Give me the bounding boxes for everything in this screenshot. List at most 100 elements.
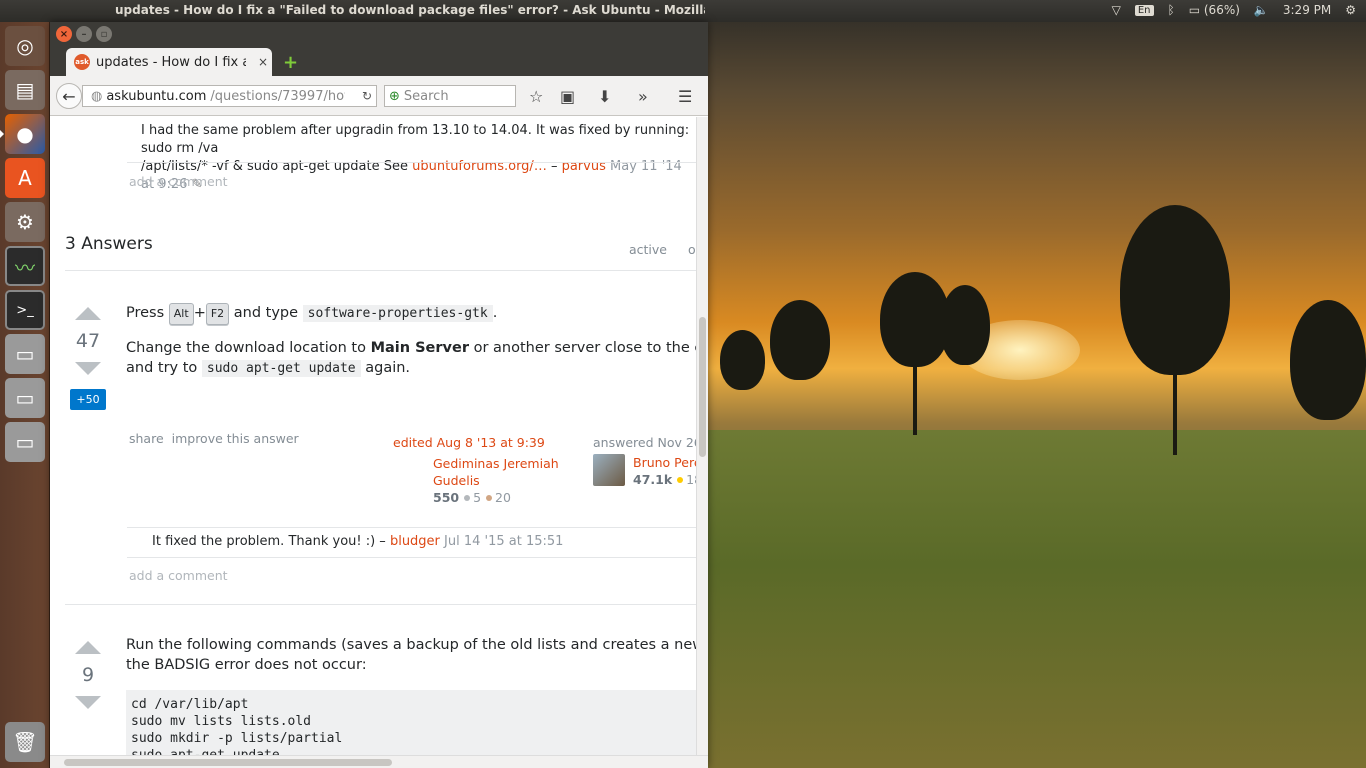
drive-icon[interactable]: ▭ (5, 422, 45, 462)
sort-tab-oldest[interactable]: o (688, 242, 696, 257)
comment-text: It fixed the problem. Thank you! :) – (152, 534, 390, 549)
battery-indicator[interactable]: ▭ (66%) (1189, 3, 1240, 17)
scrollbar-thumb[interactable] (699, 317, 706, 457)
author-signature: answered Nov 26 ' (593, 434, 696, 451)
vertical-scrollbar[interactable] (696, 117, 708, 755)
system-monitor-icon[interactable]: 〰 (5, 246, 45, 286)
code-block: cd /var/lib/apt sudo mv lists lists.old su… (126, 690, 696, 755)
files-icon[interactable]: ▤ (5, 70, 45, 110)
bounty-badge[interactable]: +50 (70, 389, 106, 410)
close-window-icon[interactable]: × (56, 26, 72, 42)
edited-date[interactable]: edited Aug 8 '13 at 9:39 (393, 434, 559, 451)
divider (65, 270, 696, 271)
dash-icon[interactable]: ◎ (5, 26, 45, 66)
indicator-area: ▽ En ᛒ ▭ (66%) 🔈 3:29 PM ⚙ (1112, 3, 1356, 17)
search-placeholder: Search (403, 88, 449, 104)
system-settings-icon[interactable]: ⚙ (5, 202, 45, 242)
downvote-arrow-icon[interactable] (75, 696, 101, 709)
comment-user[interactable]: bludger (390, 534, 440, 549)
maximize-window-icon[interactable]: ▫ (96, 26, 112, 42)
add-comment-link[interactable]: add a comment (129, 568, 228, 583)
answer-2-line-2: the BADSIG error does not occur: (126, 657, 367, 673)
answers-header: 3 Answers (65, 234, 153, 254)
wallpaper-trunk (1173, 360, 1177, 455)
clock[interactable]: 3:29 PM (1283, 3, 1331, 17)
answer-2-line-1: Run the following commands (saves a back… (126, 637, 696, 653)
minimize-window-icon[interactable]: – (76, 26, 92, 42)
navigation-bar: ← ◍ askubuntu.com/questions/73997/how-c … (50, 76, 708, 116)
wallpaper-tree (1290, 300, 1366, 420)
gold-count: 18 (686, 472, 696, 487)
back-arrow-icon[interactable]: ← (56, 83, 82, 109)
answer-text: Change the download location to (126, 340, 371, 356)
answer-2-votecell: 9 (65, 641, 111, 709)
tab-strip: × – ▫ ask updates - How do I fix a... × … (50, 22, 708, 76)
horizontal-scrollbar[interactable] (50, 755, 708, 768)
improve-answer-link[interactable]: improve this answer (172, 431, 299, 446)
keyboard-indicator[interactable]: En (1134, 4, 1154, 16)
divider (127, 527, 696, 528)
comment-line-1: I had the same problem after upgradin fr… (141, 123, 690, 156)
reload-icon[interactable]: ↻ (362, 89, 372, 103)
editor-name[interactable]: Gediminas Jeremiah (433, 455, 559, 472)
editor-name-2[interactable]: Gudelis (433, 472, 559, 489)
volume-icon[interactable]: 🔈 (1254, 3, 1269, 17)
gold-badge-icon (677, 477, 684, 483)
code-line: cd /var/lib/apt (131, 697, 249, 712)
answer-text: again. (365, 360, 411, 376)
menu-hamburger-icon[interactable]: ☰ (678, 87, 692, 106)
tab-close-icon[interactable]: × (258, 55, 268, 69)
answer-bold: Main Server (370, 340, 469, 356)
browser-tab[interactable]: ask updates - How do I fix a... × (66, 48, 272, 76)
drive-icon[interactable]: ▭ (5, 378, 45, 418)
vote-count: 9 (81, 664, 95, 686)
download-arrow-icon[interactable]: ⬇ (598, 87, 611, 106)
upvote-arrow-icon[interactable] (75, 307, 101, 320)
drive-icon[interactable]: ▭ (5, 334, 45, 374)
answer-1-line-3: and try to sudo apt-get update again. (126, 358, 410, 379)
share-link[interactable]: share (129, 431, 164, 446)
answer-1-line-2: Change the download location to Main Ser… (126, 338, 696, 358)
new-tab-button[interactable]: + (283, 52, 298, 73)
firefox-icon[interactable]: ● (0, 114, 45, 154)
battery-percent: (66%) (1203, 3, 1240, 17)
scrollbar-thumb[interactable] (64, 759, 392, 766)
kbd-f2: F2 (205, 303, 230, 325)
power-gear-icon[interactable]: ⚙ (1345, 3, 1356, 17)
code-line: sudo apt-get update (131, 747, 691, 755)
inline-code: software-properties-gtk (302, 305, 493, 322)
kbd-alt: Alt (168, 303, 194, 325)
comment-date[interactable]: Jul 14 '15 at 15:51 (444, 534, 563, 549)
answer-text: or another server close to the country (473, 340, 696, 356)
software-center-icon[interactable]: A (5, 158, 45, 198)
downvote-arrow-icon[interactable] (75, 362, 101, 375)
bookmark-star-icon[interactable]: ☆ (529, 87, 543, 106)
bronze-count: 20 (495, 490, 511, 505)
wallpaper-tree (1120, 205, 1230, 375)
search-input[interactable]: ⊕ Search (384, 85, 516, 107)
search-icon: ⊕ (389, 88, 400, 104)
wifi-icon[interactable]: ▽ (1112, 3, 1121, 17)
reputation-score: 47.1k (633, 472, 673, 487)
avatar[interactable] (593, 454, 625, 486)
askubuntu-favicon: ask (74, 54, 90, 70)
url-bar[interactable]: ◍ askubuntu.com/questions/73997/how-c ↻ (82, 85, 377, 107)
sort-tab-active[interactable]: active (629, 242, 667, 257)
answer-text: Press (126, 305, 165, 321)
upvote-arrow-icon[interactable] (75, 641, 101, 654)
bluetooth-icon[interactable]: ᛒ (1168, 3, 1175, 17)
silver-count: 5 (473, 490, 482, 505)
author-name[interactable]: Bruno Pere (633, 454, 696, 471)
answered-date[interactable]: answered Nov 26 ' (593, 434, 696, 451)
reading-list-icon[interactable]: ▣ (560, 87, 575, 106)
overflow-chevron-icon[interactable]: » (638, 87, 648, 106)
add-comment-link[interactable]: add a comment (129, 174, 228, 189)
editor-signature: edited Aug 8 '13 at 9:39 Gediminas Jerem… (393, 434, 559, 506)
answer-text: . (492, 305, 498, 321)
panel-window-title: updates - How do I fix a "Failed to down… (115, 3, 705, 17)
trash-icon[interactable]: 🗑 (5, 722, 45, 762)
terminal-icon[interactable]: >_ (5, 290, 45, 330)
answer-1-comment: It fixed the problem. Thank you! :) – bl… (152, 533, 563, 551)
vote-count: 47 (75, 330, 101, 352)
page-content: I had the same problem after upgradin fr… (50, 117, 696, 755)
